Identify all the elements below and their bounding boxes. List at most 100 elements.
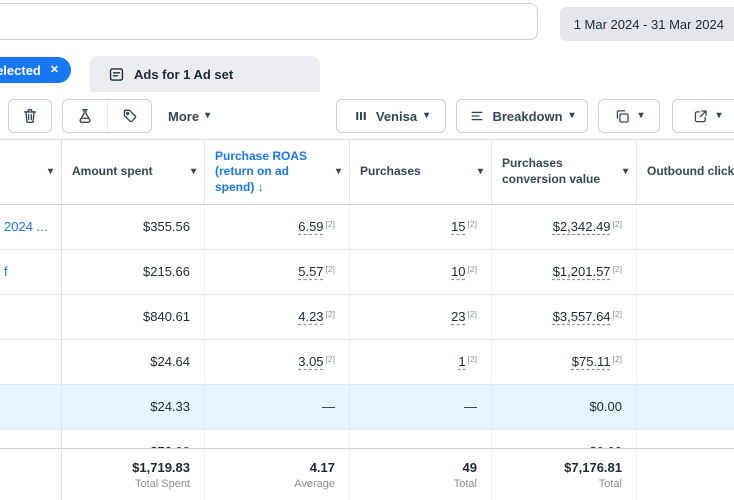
tag-icon <box>121 107 139 125</box>
column-header-purchases[interactable]: Purchases ▾ <box>350 140 492 204</box>
caret-down-icon[interactable]: ▾ <box>48 167 53 177</box>
totals-name-cell <box>0 449 62 500</box>
amount-spent-cell: $72.99 <box>62 430 205 448</box>
outbound-clicks-cell <box>637 340 734 384</box>
delete-button[interactable] <box>8 99 52 133</box>
tags-button[interactable] <box>107 100 151 132</box>
breakdown-icon <box>469 108 485 124</box>
search-filter-input[interactable] <box>0 3 538 40</box>
sort-descending-icon: ↓ <box>258 180 264 194</box>
column-header-name[interactable]: ▾ <box>0 140 62 204</box>
chevron-down-icon: ▾ <box>424 111 429 121</box>
table-row-clipped[interactable]: $72.99 $0.00 <box>0 430 734 448</box>
columns-icon <box>353 108 369 124</box>
table-row[interactable]: $24.64 3.05[2] 1[2] $75.11[2] <box>0 340 734 385</box>
date-range-label: 1 Mar 2024 - 31 Mar 2024 <box>574 17 724 32</box>
flask-icon <box>76 107 94 125</box>
tab-bar: 1 selected ✕ Ads for 1 Ad set <box>0 48 734 92</box>
ab-test-tag-group <box>62 99 152 133</box>
conversion-value-cell: $2,342.49[2] <box>492 205 637 249</box>
outbound-clicks-cell <box>637 385 734 429</box>
totals-conversion-value: $7,176.81 Total <box>492 449 637 500</box>
breakdown-button[interactable]: Breakdown ▾ <box>456 99 588 133</box>
amount-spent-cell: $24.33 <box>62 385 205 429</box>
duplicate-icon <box>614 108 631 125</box>
ads-icon <box>108 66 125 83</box>
ad-name-cell <box>0 295 62 339</box>
purchases-cell: 1[2] <box>350 340 492 384</box>
table-totals-row: $1,719.83 Total Spent 4.17 Average 49 To… <box>0 448 734 500</box>
ad-name-cell <box>0 385 62 429</box>
conversion-value-cell: $0.00 <box>492 385 637 429</box>
amount-spent-cell: $355.56 <box>62 205 205 249</box>
ad-name-cell: f <box>0 250 62 294</box>
table-row[interactable]: f $215.66 5.57[2] 10[2] $1,201.57[2] <box>0 250 734 295</box>
column-header-amount-spent[interactable]: Amount spent ▾ <box>62 140 205 204</box>
date-range-button[interactable]: 1 Mar 2024 - 31 Mar 2024 <box>560 7 734 41</box>
selected-filter-chip[interactable]: 1 selected ✕ <box>0 57 71 83</box>
export-button[interactable]: ▾ <box>672 99 734 133</box>
amount-spent-cell: $24.64 <box>62 340 205 384</box>
conversion-value-cell: $1,201.57[2] <box>492 250 637 294</box>
close-icon[interactable]: ✕ <box>50 65 59 76</box>
conversion-value-cell: $75.11[2] <box>492 340 637 384</box>
selected-chip-label: 1 selected <box>0 63 41 78</box>
tab-label: Ads for 1 Ad set <box>134 67 233 82</box>
outbound-clicks-cell <box>637 295 734 339</box>
more-label: More <box>168 109 199 124</box>
column-header-conversion-value[interactable]: Purchases conversion value ▾ <box>492 140 637 204</box>
ad-name-link[interactable]: 2024 ... <box>4 219 47 234</box>
amount-spent-cell: $840.61 <box>62 295 205 339</box>
conversion-value-cell: $0.00 <box>492 430 637 448</box>
roas-cell: — <box>205 385 350 429</box>
toolbar: More ▾ Venisa ▾ Breakdown ▾ ▾ <box>0 92 734 140</box>
caret-down-icon[interactable]: ▾ <box>191 167 196 177</box>
outbound-clicks-cell <box>637 430 734 448</box>
breakdown-label: Breakdown <box>492 109 562 124</box>
caret-down-icon[interactable]: ▾ <box>478 167 483 177</box>
ad-name-cell <box>0 340 62 384</box>
ad-name-link[interactable]: f <box>4 264 8 279</box>
table-header: ▾ Amount spent ▾ Purchase ROAS (return o… <box>0 140 734 205</box>
purchases-cell: 10[2] <box>350 250 492 294</box>
chevron-down-icon: ▾ <box>638 111 643 121</box>
caret-down-icon[interactable]: ▾ <box>623 167 628 177</box>
conversion-value-cell: $3,557.64[2] <box>492 295 637 339</box>
roas-cell: 6.59[2] <box>205 205 350 249</box>
roas-cell: 5.57[2] <box>205 250 350 294</box>
totals-outbound-clicks <box>637 449 734 500</box>
purchases-cell: — <box>350 385 492 429</box>
tab-ads-for-ad-set[interactable]: Ads for 1 Ad set <box>90 56 320 92</box>
roas-cell: 4.23[2] <box>205 295 350 339</box>
amount-spent-cell: $215.66 <box>62 250 205 294</box>
table-row-highlighted[interactable]: $24.33 — — $0.00 <box>0 385 734 430</box>
outbound-clicks-cell <box>637 250 734 294</box>
columns-preset-label: Venisa <box>376 109 417 124</box>
chevron-down-icon: ▾ <box>716 111 721 121</box>
topbar: 1 Mar 2024 - 31 Mar 2024 <box>0 0 734 48</box>
ads-manager-screen: 1 Mar 2024 - 31 Mar 2024 1 selected ✕ Ad… <box>0 0 734 500</box>
purchases-cell: 23[2] <box>350 295 492 339</box>
ad-name-cell <box>0 430 62 448</box>
table-row[interactable]: $840.61 4.23[2] 23[2] $3,557.64[2] <box>0 295 734 340</box>
ab-test-button[interactable] <box>63 100 107 132</box>
chevron-down-icon: ▾ <box>570 111 575 121</box>
ad-name-cell: 2024 ... <box>0 205 62 249</box>
totals-purchases: 49 Total <box>350 449 492 500</box>
roas-cell: 3.05[2] <box>205 340 350 384</box>
more-button[interactable]: More ▾ <box>160 99 218 133</box>
column-header-purchase-roas[interactable]: Purchase ROAS (return on ad spend) ↓ ▾ <box>205 140 350 204</box>
column-header-outbound-clicks[interactable]: Outbound clicks <box>637 140 734 204</box>
export-icon <box>692 108 709 125</box>
chevron-down-icon: ▾ <box>205 111 210 121</box>
reports-button[interactable]: ▾ <box>598 99 660 133</box>
totals-amount-spent: $1,719.83 Total Spent <box>62 449 205 500</box>
table-row[interactable]: 2024 ... $355.56 6.59[2] 15[2] $2,342.49… <box>0 205 734 250</box>
columns-button[interactable]: Venisa ▾ <box>336 99 446 133</box>
purchases-cell <box>350 430 492 448</box>
outbound-clicks-cell <box>637 205 734 249</box>
purchases-cell: 15[2] <box>350 205 492 249</box>
trash-icon <box>21 107 39 125</box>
caret-down-icon[interactable]: ▾ <box>336 167 341 177</box>
totals-roas: 4.17 Average <box>205 449 350 500</box>
